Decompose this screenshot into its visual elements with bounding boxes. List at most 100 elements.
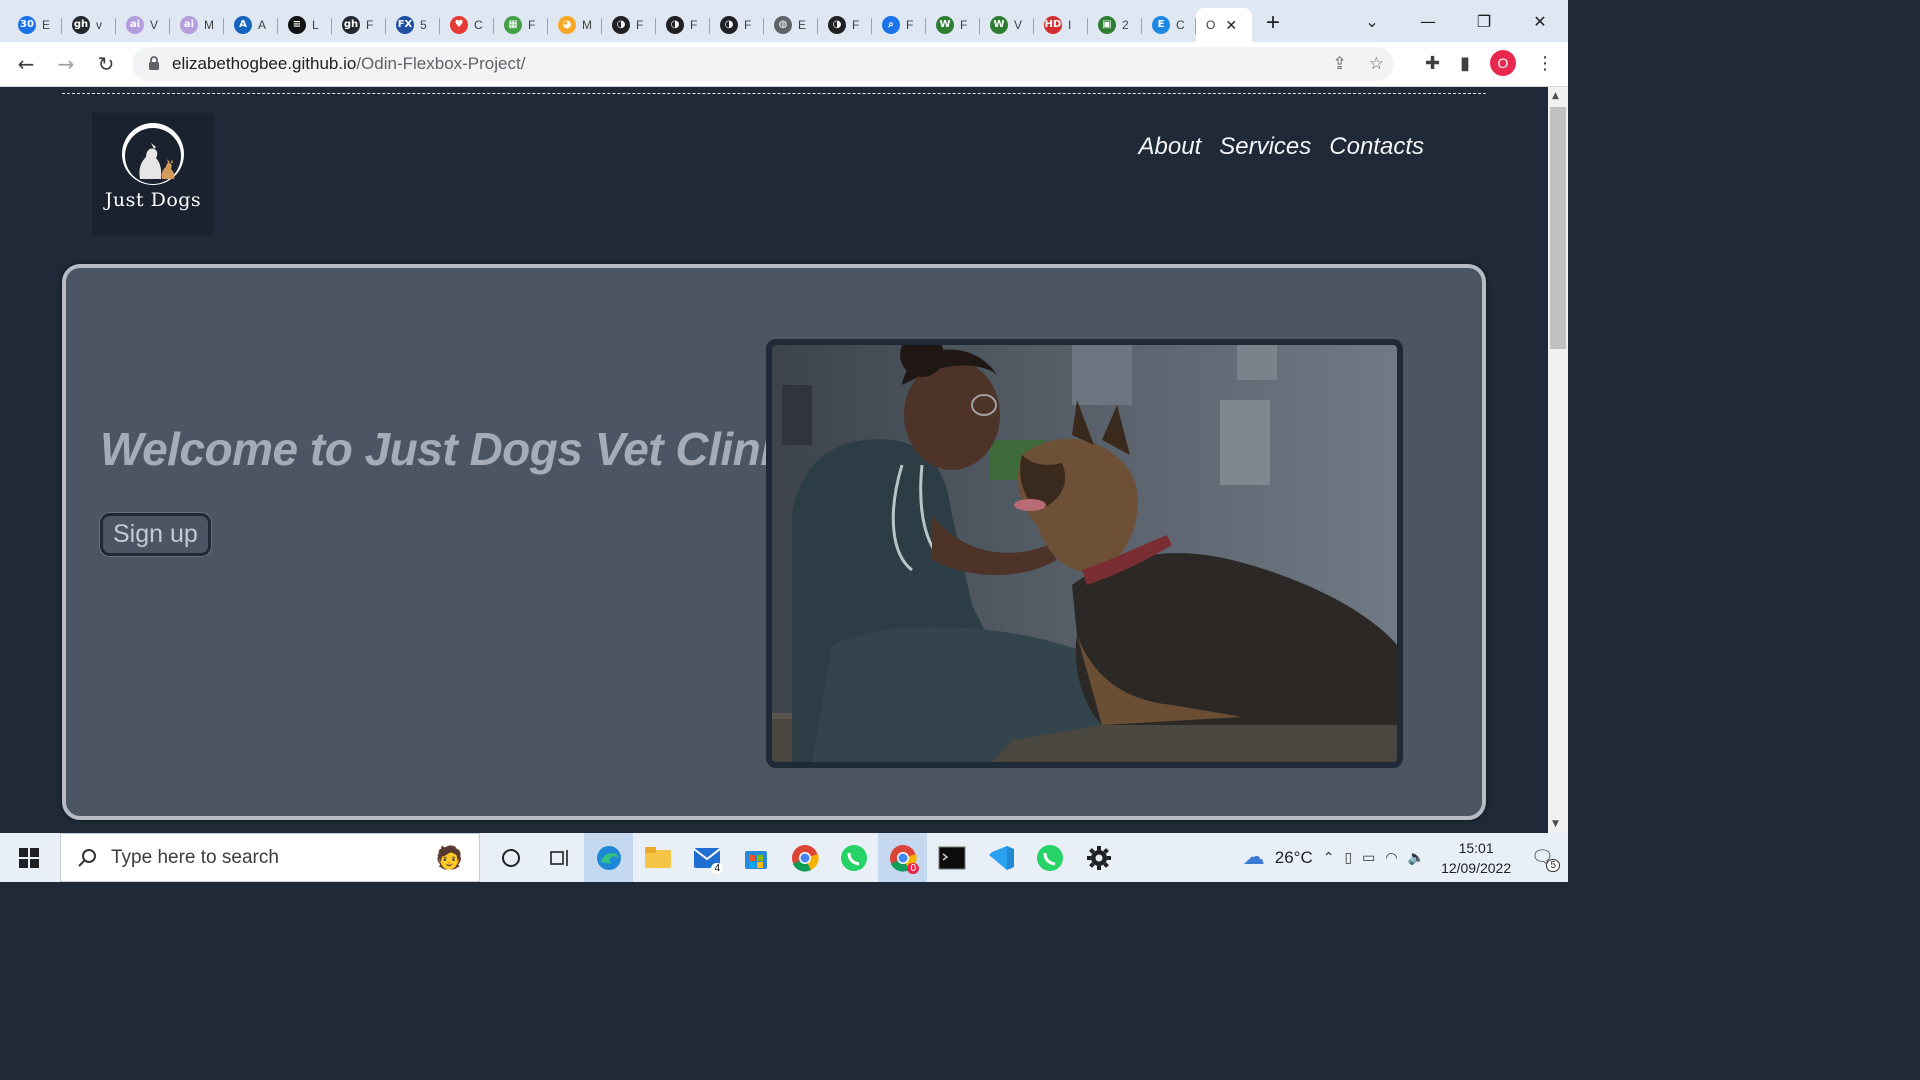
chrome-profile-icon[interactable]: 0 [878, 833, 927, 882]
wifi-icon[interactable]: ◠ [1385, 850, 1397, 866]
browser-tab[interactable]: FX 5 [386, 8, 440, 42]
close-window-button[interactable]: ✕ [1512, 12, 1568, 31]
browser-tab[interactable]: 30 E [8, 8, 62, 42]
nav-link-contacts[interactable]: Contacts [1329, 133, 1424, 161]
scroll-up-icon[interactable]: ▲ [1552, 91, 1559, 101]
chrome-icon[interactable] [780, 833, 829, 882]
address-bar[interactable]: elizabethogbee.github.io/Odin-Flexbox-Pr… [132, 47, 1394, 81]
browser-tab[interactable]: ◍ E [764, 8, 818, 42]
tab-title: F [960, 18, 968, 32]
notifications-icon[interactable]: 🗨 5 [1531, 847, 1560, 872]
browser-tab[interactable]: gh F [332, 8, 386, 42]
menu-kebab-icon[interactable]: ⋮ [1536, 53, 1554, 74]
tab-title: V [150, 18, 159, 32]
window-controls: ⌄ — ❐ ✕ [1344, 0, 1568, 42]
tab-title: V [1014, 18, 1023, 32]
tab-favicon-icon: ♥ [450, 16, 468, 34]
search-highlight-icon[interactable]: 🧑 [436, 845, 463, 871]
browser-tab[interactable]: WV [980, 8, 1034, 42]
file-explorer-icon[interactable] [633, 833, 682, 882]
tab-favicon-icon: ▦ [504, 16, 522, 34]
minimize-button[interactable]: — [1400, 12, 1456, 31]
side-panel-icon[interactable]: ▮ [1460, 53, 1470, 74]
browser-tab-strip: 30 Egh v ai Vai M A A ≡ Lgh F FX 5 ♥ C ▦ F ◕ M ◑ F ◑ F ◑ F ◍ E ◑ F ⌕ F… [0, 0, 1568, 42]
restore-button[interactable]: ❐ [1456, 12, 1512, 31]
start-button[interactable] [0, 847, 58, 868]
browser-tab[interactable]: ◑ F [818, 8, 872, 42]
tab-search-icon[interactable]: ⌄ [1344, 12, 1400, 31]
reload-icon[interactable]: ↻ [86, 52, 126, 76]
whatsapp-icon[interactable] [829, 833, 878, 882]
browser-toolbar: ← → ↻ elizabethogbee.github.io/Odin-Flex… [0, 42, 1568, 87]
browser-tab[interactable]: gh v [62, 8, 116, 42]
browser-tab[interactable]: ◑ F [602, 8, 656, 42]
tab-title: F [528, 18, 536, 32]
whatsapp-desktop-icon[interactable] [1025, 833, 1074, 882]
tab-favicon-icon: ◕ [558, 16, 576, 34]
browser-tab[interactable]: HD I [1034, 8, 1088, 42]
tab-title: C [474, 18, 483, 32]
battery-icon[interactable]: ▭ [1362, 850, 1375, 866]
browser-tab[interactable]: EC [1142, 8, 1196, 42]
cortana-icon[interactable] [486, 833, 535, 882]
back-icon[interactable]: ← [6, 52, 46, 76]
tab-favicon-icon: ▣ [1098, 16, 1116, 34]
settings-gear-icon[interactable] [1074, 833, 1123, 882]
volume-icon[interactable]: 🔈 [1408, 850, 1425, 866]
logo-text: Just Dogs [104, 189, 202, 211]
extensions-icon[interactable]: ✚ [1425, 53, 1440, 74]
tab-title: E [42, 18, 51, 32]
clock[interactable]: 15:01 12/09/2022 [1441, 838, 1511, 878]
browser-tab[interactable]: ai M [170, 8, 224, 42]
profile-avatar[interactable]: O [1490, 50, 1516, 76]
edge-icon[interactable] [584, 833, 633, 882]
tab-favicon-icon: ◑ [720, 16, 738, 34]
show-hidden-icons-icon[interactable]: ⌃ [1323, 850, 1335, 866]
nav-link-services[interactable]: Services [1219, 133, 1311, 161]
browser-tab[interactable]: ♥ C [440, 8, 494, 42]
nav-link-about[interactable]: About [1139, 133, 1202, 161]
browser-tab[interactable]: ≡ L [278, 8, 332, 42]
tab-favicon-icon: ≡ [288, 16, 306, 34]
browser-tab[interactable]: AA [224, 8, 278, 42]
forward-icon[interactable]: → [46, 52, 86, 76]
site-logo[interactable]: Just Dogs [92, 113, 214, 235]
browser-tab[interactable]: ▣ 2 [1088, 8, 1142, 42]
scrollbar-thumb[interactable] [1550, 107, 1566, 349]
new-tab-button[interactable]: + [1266, 9, 1280, 37]
close-tab-icon[interactable]: ✕ [1225, 17, 1237, 34]
store-icon[interactable] [731, 833, 780, 882]
browser-tab[interactable]: ⌕ F [872, 8, 926, 42]
browser-tab[interactable]: WF [926, 8, 980, 42]
temperature[interactable]: 26°C [1275, 848, 1313, 868]
tab-favicon-icon: A [234, 16, 252, 34]
device-icon[interactable]: ▯ [1344, 850, 1352, 866]
taskbar-search-box[interactable]: Type here to search 🧑 [60, 833, 480, 882]
browser-tab[interactable]: ◕ M [548, 8, 602, 42]
browser-tab[interactable]: ai V [116, 8, 170, 42]
hero-image-frame [766, 339, 1403, 768]
browser-tab[interactable]: ◑ F [710, 8, 764, 42]
tab-favicon-icon: ai [180, 16, 198, 34]
scroll-down-icon[interactable]: ▼ [1552, 819, 1559, 829]
vscode-icon[interactable] [976, 833, 1025, 882]
lock-icon[interactable] [148, 55, 160, 73]
mail-icon[interactable]: 4 [682, 833, 731, 882]
page-scrollbar[interactable]: ▲ ▼ [1548, 87, 1568, 833]
task-view-icon[interactable] [535, 833, 584, 882]
windows-taskbar: Type here to search 🧑 4 0 ☁ 26°C ⌃ ▯ ▭ ◠… [0, 833, 1568, 882]
tab-list: 30 Egh v ai Vai M A A ≡ Lgh F FX 5 ♥ C ▦ F ◕ M ◑ F ◑ F ◑ F ◍ E ◑ F ⌕ F… [8, 0, 1196, 42]
terminal-icon[interactable] [927, 833, 976, 882]
tab-active[interactable]: O ✕ [1196, 8, 1252, 42]
bookmark-star-icon[interactable]: ☆ [1369, 54, 1384, 74]
tab-title: 2 [1122, 18, 1129, 32]
browser-tab[interactable]: ◑ F [656, 8, 710, 42]
weather-icon[interactable]: ☁ [1243, 845, 1265, 870]
tab-favicon-icon: HD [1044, 16, 1062, 34]
chrome-profile-badge: 0 [907, 863, 919, 874]
share-icon[interactable]: ⇪ [1333, 54, 1347, 74]
signup-button[interactable]: Sign up [100, 513, 211, 556]
browser-tab[interactable]: ▦ F [494, 8, 548, 42]
tab-favicon-icon: ◑ [828, 16, 846, 34]
tab-title: E [798, 18, 807, 32]
